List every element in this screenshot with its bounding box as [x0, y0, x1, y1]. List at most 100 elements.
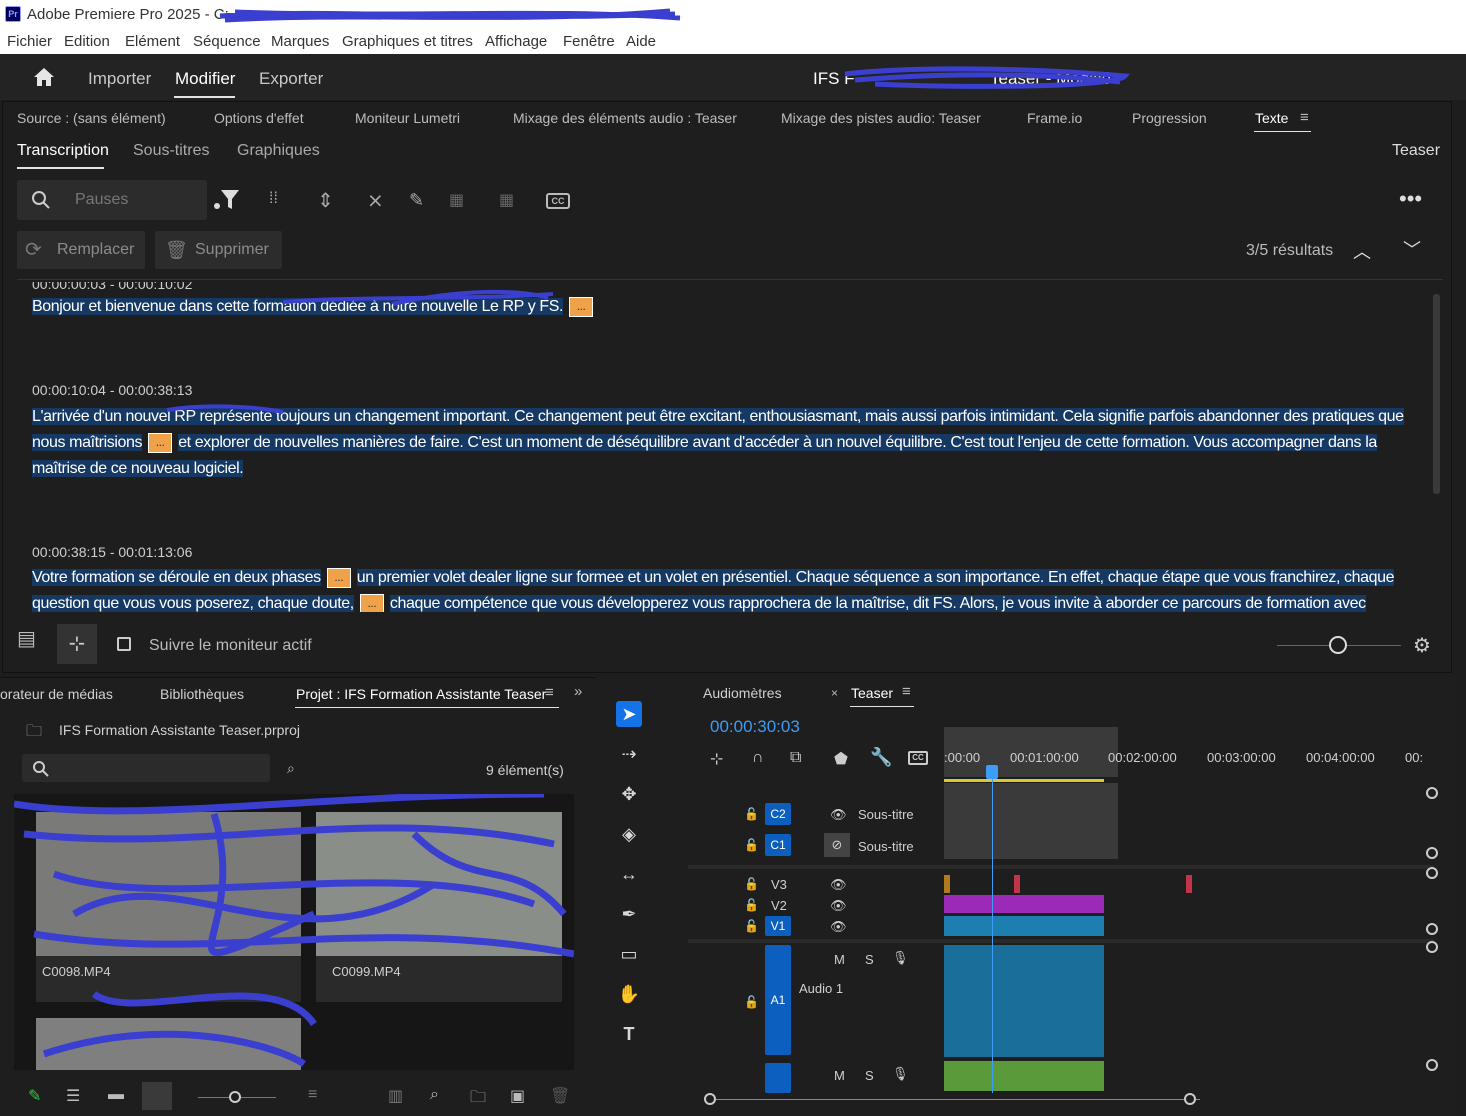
track-target-a2[interactable]	[765, 1063, 791, 1093]
pause-marker[interactable]: ...	[569, 296, 594, 317]
pause-marker[interactable]: ...	[148, 432, 173, 453]
panel-tab-texte[interactable]: Texte	[1255, 110, 1288, 126]
close-tab-icon[interactable]: ×	[831, 686, 838, 700]
panel-tab-frameio[interactable]: Frame.io	[1027, 110, 1082, 126]
menu-element[interactable]: Elément	[125, 33, 180, 50]
rectangle-tool-icon[interactable]: ▭	[616, 941, 642, 967]
panel-tab-source[interactable]: Source : (sans élément)	[17, 110, 166, 126]
linked-selection-icon[interactable]: ⧉	[790, 749, 801, 767]
vscroll-handle[interactable]	[1426, 941, 1438, 953]
track-select-tool-icon[interactable]: ⇢	[616, 741, 642, 767]
timeline-hscroll[interactable]	[710, 1099, 1200, 1100]
workspace-tab-importer[interactable]: Importer	[88, 69, 151, 89]
icon-view-icon[interactable]: ▬	[108, 1086, 124, 1104]
previous-result-icon[interactable]: ︿	[1353, 238, 1371, 264]
pencil-icon[interactable]: ✎	[28, 1086, 41, 1106]
marker-icon[interactable]: ⬟	[834, 749, 848, 769]
settings-sliders-icon[interactable]: ⚙	[1413, 633, 1431, 658]
automate-icon[interactable]: ▥	[388, 1086, 403, 1106]
track-target-c2[interactable]: C2	[765, 803, 791, 825]
lock-icon[interactable]: 🔓	[744, 919, 759, 933]
project-search-input[interactable]	[22, 754, 270, 782]
merge-icon[interactable]: ▦	[449, 190, 464, 210]
new-bin-icon[interactable]: 🗀	[470, 1086, 486, 1113]
zoom-slider-handle[interactable]	[1329, 636, 1347, 654]
wrench-icon[interactable]: 🔧	[870, 747, 892, 768]
caption-track-area[interactable]	[944, 783, 1118, 859]
transcript-scrollbar[interactable]	[1433, 294, 1440, 494]
clip-v3[interactable]	[1014, 875, 1020, 893]
workspace-tab-modifier[interactable]: Modifier	[175, 69, 235, 89]
freeform-view-icon[interactable]	[142, 1082, 172, 1110]
panel-tab-project[interactable]: Projet : IFS Formation Assistante Teaser	[296, 686, 546, 702]
track-label-v2[interactable]: V2	[771, 898, 787, 913]
filter-icon[interactable]	[213, 188, 241, 212]
delete-button[interactable]: 🗑 Supprimer	[155, 231, 282, 269]
solo-button[interactable]: S	[865, 952, 874, 967]
new-item-icon[interactable]: ▣	[510, 1086, 525, 1106]
panel-tab-audio-meters[interactable]: Audiomètres	[703, 685, 782, 701]
panel-tab-sequence[interactable]: Teaser	[851, 685, 893, 701]
track-target-v1[interactable]: V1	[765, 916, 791, 936]
panel-tab-audio-clip-mixer[interactable]: Mixage des éléments audio : Teaser	[513, 110, 737, 126]
lock-icon[interactable]: 🔓	[744, 995, 759, 1009]
collapse-icon[interactable]: ⨯	[367, 188, 384, 213]
clear-icon[interactable]: 🗑	[550, 1086, 570, 1106]
panel-menu-icon[interactable]: ≡	[902, 683, 911, 700]
eye-hidden-icon[interactable]: ⊘	[824, 833, 850, 857]
clip-v2[interactable]	[944, 895, 1104, 913]
menu-fichier[interactable]: Fichier	[7, 33, 52, 50]
timecode-view-icon[interactable]: ▤	[17, 626, 51, 664]
vscroll-handle[interactable]	[1426, 787, 1438, 799]
selection-tool-icon[interactable]: ➤	[616, 701, 642, 727]
hscroll-start-handle[interactable]	[704, 1093, 716, 1105]
track-label-v3[interactable]: V3	[771, 877, 787, 892]
menu-edition[interactable]: Edition	[64, 33, 110, 50]
vscroll-handle[interactable]	[1426, 867, 1438, 879]
panel-tab-libraries[interactable]: Bibliothèques	[160, 686, 244, 702]
panel-tab-effect-options[interactable]: Options d'effet	[214, 110, 304, 126]
search-input[interactable]: Pauses	[75, 191, 128, 209]
menu-marques[interactable]: Marques	[271, 33, 329, 50]
eye-icon[interactable]: 👁	[830, 877, 847, 893]
clip-a2[interactable]	[944, 1061, 1104, 1091]
mute-button[interactable]: M	[834, 952, 845, 967]
solo-button[interactable]: S	[865, 1068, 874, 1083]
panel-tab-audio-track-mixer[interactable]: Mixage des pistes audio: Teaser	[781, 110, 981, 126]
subtab-sous-titres[interactable]: Sous-titres	[133, 142, 209, 160]
subtab-transcription[interactable]: Transcription	[17, 142, 109, 160]
vscroll-handle[interactable]	[1426, 1059, 1438, 1071]
clip-a1[interactable]	[944, 945, 1104, 1057]
captions-icon[interactable]: CC	[908, 751, 928, 765]
vscroll-handle[interactable]	[1426, 847, 1438, 859]
mute-button[interactable]: M	[834, 1068, 845, 1083]
panel-tab-media-browser[interactable]: orateur de médias	[0, 686, 113, 702]
lock-icon[interactable]: 🔓	[744, 807, 759, 821]
slip-tool-icon[interactable]: ↔	[616, 861, 642, 887]
eye-icon[interactable]: 👁	[830, 919, 847, 935]
microphone-icon[interactable]: 🎙	[892, 1066, 909, 1082]
workspace-tab-exporter[interactable]: Exporter	[259, 69, 323, 89]
clip-v3[interactable]	[1186, 875, 1192, 893]
menu-affichage[interactable]: Affichage	[485, 33, 547, 50]
more-options-icon[interactable]: •••	[1399, 186, 1422, 212]
clip-v3[interactable]	[944, 875, 950, 893]
more-tabs-icon[interactable]: »	[574, 683, 582, 700]
search-box[interactable]: Pauses	[17, 180, 207, 220]
segment-text[interactable]: Votre formation se déroule en deux phase…	[32, 565, 1412, 612]
expand-icon[interactable]: ⇕	[317, 188, 334, 213]
search-bin-icon[interactable]: ⌕	[287, 760, 295, 777]
hand-tool-icon[interactable]: ✋	[616, 981, 642, 1007]
menu-aide[interactable]: Aide	[626, 33, 656, 50]
eye-icon[interactable]: 👁	[830, 807, 847, 823]
track-target-c1[interactable]: C1	[765, 834, 791, 856]
pause-marker[interactable]: ...	[326, 567, 351, 588]
menu-sequence[interactable]: Séquence	[193, 33, 261, 50]
lock-icon[interactable]: 🔓	[744, 838, 759, 852]
track-target-a1[interactable]: A1	[765, 945, 791, 1055]
playhead-timecode[interactable]: 00:00:30:03	[710, 717, 800, 737]
nest-icon[interactable]: ⊹	[710, 749, 723, 769]
subtab-graphiques[interactable]: Graphiques	[237, 142, 320, 160]
menu-graphiques[interactable]: Graphiques et titres	[342, 33, 473, 50]
type-tool-icon[interactable]: T	[616, 1021, 642, 1047]
